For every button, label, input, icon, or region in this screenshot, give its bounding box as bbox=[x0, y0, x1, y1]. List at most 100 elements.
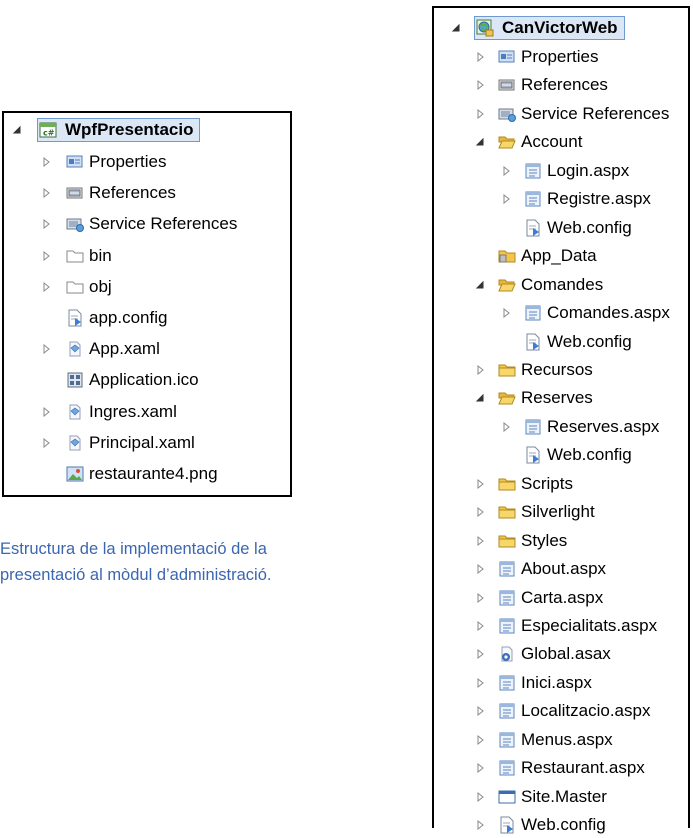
collapsed-triangle-icon[interactable] bbox=[474, 364, 486, 376]
collapsed-triangle-icon[interactable] bbox=[474, 108, 486, 120]
collapsed-triangle-icon[interactable] bbox=[474, 478, 486, 490]
collapsed-triangle-icon[interactable] bbox=[474, 79, 486, 91]
collapsed-triangle-icon[interactable] bbox=[474, 506, 486, 518]
tree-item-label: App_Data bbox=[521, 246, 597, 266]
tree-item-label: Site.Master bbox=[521, 786, 607, 806]
tree-item-label: Properties bbox=[521, 47, 599, 66]
tree-item-restaurante4-png[interactable]: restaurante4.png bbox=[66, 461, 218, 487]
collapsed-triangle-icon[interactable] bbox=[474, 819, 486, 831]
collapsed-triangle-icon[interactable] bbox=[474, 592, 486, 604]
tree-item-principal-xaml[interactable]: Principal.xaml bbox=[43, 430, 195, 456]
collapsed-triangle-icon[interactable] bbox=[40, 281, 52, 293]
tree-item-reserves-aspx[interactable]: Reserves.aspx bbox=[503, 414, 659, 440]
tree-root-wpfpresentacio[interactable]: c# WpfPresentacio bbox=[12, 117, 201, 143]
tree-item-styles[interactable]: Styles bbox=[477, 528, 567, 554]
tree-item-properties[interactable]: Properties bbox=[477, 44, 599, 70]
tree-item-app-config[interactable]: app.config bbox=[66, 305, 167, 331]
folder-open-icon bbox=[498, 389, 516, 407]
tree-item-account[interactable]: Account bbox=[475, 129, 582, 155]
tree-item-restaurant-aspx[interactable]: Restaurant.aspx bbox=[477, 755, 645, 781]
tree-item-global-asax[interactable]: Global.asax bbox=[477, 641, 611, 667]
collapsed-triangle-icon[interactable] bbox=[474, 677, 486, 689]
tree-root-canvictorweb[interactable]: CanVictorWeb bbox=[451, 15, 625, 41]
expanded-triangle-icon[interactable] bbox=[450, 22, 462, 34]
tree-item-label: Web.config bbox=[547, 331, 632, 351]
tree-item-label: Service References bbox=[521, 103, 670, 123]
tree-item-web-config[interactable]: Web.config bbox=[477, 812, 606, 838]
collapsed-triangle-icon[interactable] bbox=[474, 705, 486, 717]
tree-item-recursos[interactable]: Recursos bbox=[477, 357, 593, 383]
tree-item-carta-aspx[interactable]: Carta.aspx bbox=[477, 585, 603, 611]
tree-item-about-aspx[interactable]: About.aspx bbox=[477, 556, 606, 582]
tree-item-comandes-aspx[interactable]: Comandes.aspx bbox=[503, 300, 670, 326]
tree-item-service-references[interactable]: Service References bbox=[43, 211, 238, 237]
expanded-triangle-icon[interactable] bbox=[474, 392, 486, 404]
tree-item-app-data[interactable]: App_Data bbox=[498, 243, 597, 269]
collapsed-triangle-icon[interactable] bbox=[40, 406, 52, 418]
collapsed-triangle-icon[interactable] bbox=[40, 218, 52, 230]
collapsed-triangle-icon[interactable] bbox=[474, 535, 486, 547]
tree-item-inici-aspx[interactable]: Inici.aspx bbox=[477, 670, 592, 696]
tree-item-label: Application.ico bbox=[89, 370, 199, 390]
tree-item-registre-aspx[interactable]: Registre.aspx bbox=[503, 186, 651, 212]
collapsed-triangle-icon[interactable] bbox=[40, 250, 52, 262]
collapsed-triangle-icon[interactable] bbox=[474, 648, 486, 660]
tree-item-especialitats-aspx[interactable]: Especialitats.aspx bbox=[477, 613, 657, 639]
tree-item-silverlight[interactable]: Silverlight bbox=[477, 499, 595, 525]
selected-root-node[interactable]: CanVictorWeb bbox=[474, 16, 625, 40]
collapsed-triangle-icon[interactable] bbox=[500, 165, 512, 177]
collapsed-triangle-icon[interactable] bbox=[474, 734, 486, 746]
collapsed-triangle-icon[interactable] bbox=[500, 307, 512, 319]
tree-item-web-config[interactable]: Web.config bbox=[524, 329, 632, 355]
tree-item-localitzacio-aspx[interactable]: Localitzacio.aspx bbox=[477, 698, 651, 724]
tree-item-service-references[interactable]: Service References bbox=[477, 101, 670, 127]
collapsed-triangle-icon[interactable] bbox=[40, 437, 52, 449]
aspx-file-icon bbox=[524, 162, 542, 180]
aspx-file-icon bbox=[498, 560, 516, 578]
collapsed-triangle-icon[interactable] bbox=[474, 620, 486, 632]
expanded-triangle-icon[interactable] bbox=[474, 279, 486, 291]
tree-root-label: CanVictorWeb bbox=[499, 18, 621, 38]
collapsed-triangle-icon[interactable] bbox=[40, 187, 52, 199]
expanded-triangle-icon[interactable] bbox=[11, 124, 23, 136]
tree-item-app-xaml[interactable]: App.xaml bbox=[43, 336, 160, 362]
tree-item-scripts[interactable]: Scripts bbox=[477, 471, 573, 497]
tree-item-web-config[interactable]: Web.config bbox=[524, 215, 632, 241]
aspx-file-icon bbox=[498, 617, 516, 635]
collapsed-triangle-icon[interactable] bbox=[500, 421, 512, 433]
tree-item-label: Silverlight bbox=[521, 502, 595, 522]
collapsed-triangle-icon[interactable] bbox=[474, 563, 486, 575]
tree-item-references[interactable]: References bbox=[477, 72, 608, 98]
collapsed-triangle-icon[interactable] bbox=[40, 156, 52, 168]
collapsed-triangle-icon[interactable] bbox=[474, 762, 486, 774]
collapsed-triangle-icon[interactable] bbox=[40, 343, 52, 355]
collapsed-triangle-icon[interactable] bbox=[500, 193, 512, 205]
tree-item-label: Localitzacio.aspx bbox=[521, 701, 651, 721]
tree-item-comandes[interactable]: Comandes bbox=[475, 272, 603, 298]
expanded-triangle-icon[interactable] bbox=[474, 136, 486, 148]
collapsed-triangle-icon[interactable] bbox=[474, 791, 486, 803]
folder-open-icon bbox=[498, 133, 516, 151]
collapsed-triangle-icon[interactable] bbox=[474, 51, 486, 63]
aspx-file-icon bbox=[498, 702, 516, 720]
tree-item-reserves[interactable]: Reserves bbox=[475, 385, 593, 411]
tree-item-label: Global.asax bbox=[521, 644, 611, 664]
tree-item-label: Scripts bbox=[521, 473, 573, 493]
tree-item-ingres-xaml[interactable]: Ingres.xaml bbox=[43, 399, 177, 425]
tree-item-label: Login.aspx bbox=[547, 160, 630, 180]
tree-item-references[interactable]: References bbox=[43, 180, 176, 206]
tree-item-label: Restaurant.aspx bbox=[521, 758, 645, 778]
tree-item-label: Reserves bbox=[521, 388, 593, 408]
tree-item-bin[interactable]: bin bbox=[43, 243, 112, 269]
tree-item-label: restaurante4.png bbox=[89, 464, 218, 483]
selected-root-node[interactable]: c# WpfPresentacio bbox=[37, 118, 201, 142]
tree-item-web-config[interactable]: Web.config bbox=[524, 442, 632, 468]
tree-item-login-aspx[interactable]: Login.aspx bbox=[503, 158, 630, 184]
tree-item-obj[interactable]: obj bbox=[43, 274, 112, 300]
tree-item-properties[interactable]: Properties bbox=[43, 149, 166, 175]
tree-item-menus-aspx[interactable]: Menus.aspx bbox=[477, 727, 613, 753]
tree-item-label: Service References bbox=[89, 214, 238, 234]
tree-item-application-ico[interactable]: Application.ico bbox=[66, 367, 199, 393]
service-references-icon bbox=[498, 105, 516, 123]
tree-item-site-master[interactable]: Site.Master bbox=[477, 784, 607, 810]
